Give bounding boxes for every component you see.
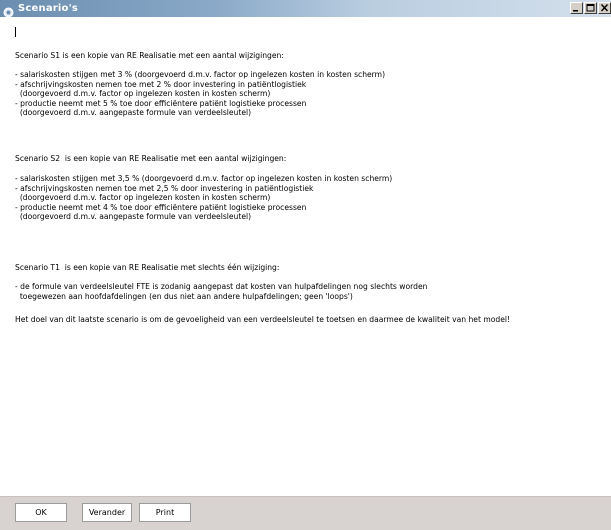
t1-changes: - de formule van verdeelsleutel FTE is z… — [15, 282, 428, 301]
scenarios-window: Scenario's Scenario S1 is een kopie van … — [0, 0, 611, 530]
t1-goal: Het doel van dit laatste scenario is om … — [15, 315, 511, 324]
s1-changes: - salariskosten stijgen met 3 % (doorgev… — [15, 70, 386, 117]
verander-button[interactable]: Verander — [82, 503, 132, 522]
text-caret — [15, 27, 16, 37]
s1-intro: Scenario S1 is een kopie van RE Realisat… — [15, 51, 284, 60]
app-icon — [3, 3, 14, 18]
s2-changes: - salariskosten stijgen met 3,5 % (doorg… — [15, 174, 393, 221]
close-icon[interactable] — [598, 2, 611, 14]
title-bar[interactable]: Scenario's — [0, 0, 611, 18]
ok-button[interactable]: OK — [15, 503, 67, 522]
maximize-icon[interactable] — [584, 2, 597, 14]
button-bar: OK Verander Print — [0, 497, 611, 530]
window-title: Scenario's — [18, 3, 79, 14]
window-controls — [570, 2, 611, 14]
scenario-description-textarea[interactable]: Scenario S1 is een kopie van RE Realisat… — [0, 17, 611, 497]
s2-intro: Scenario S2 is een kopie van RE Realisat… — [15, 154, 287, 163]
print-button[interactable]: Print — [139, 503, 191, 522]
minimize-icon[interactable] — [570, 2, 583, 14]
t1-intro: Scenario T1 is een kopie van RE Realisat… — [15, 263, 280, 272]
